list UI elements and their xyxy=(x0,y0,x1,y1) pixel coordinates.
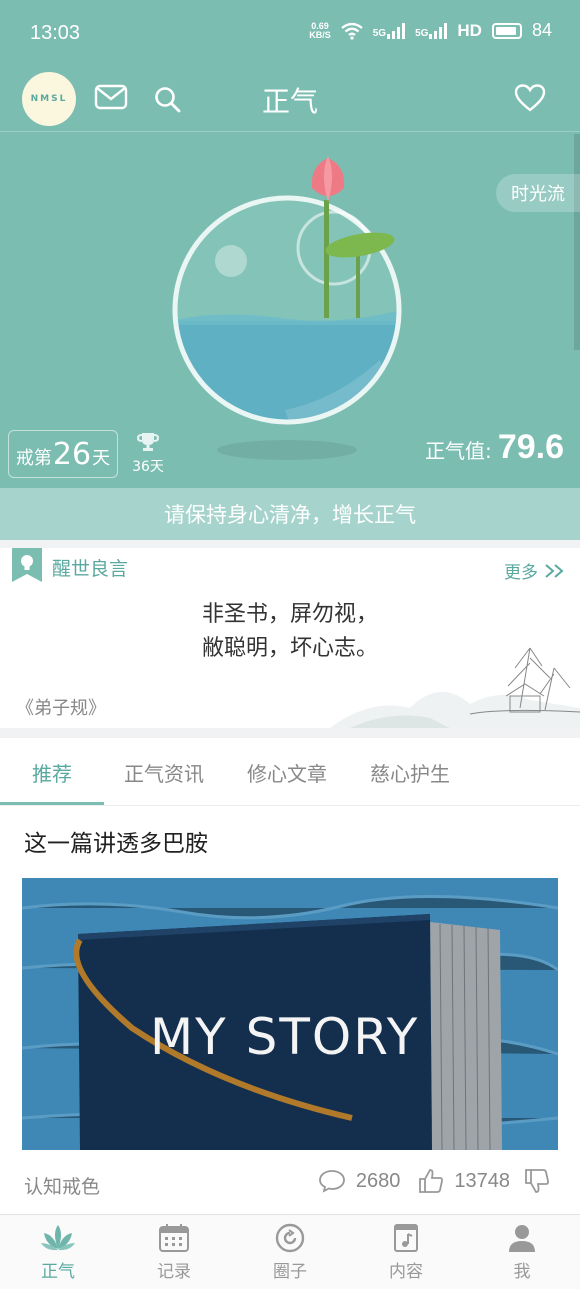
page-title: 正气 xyxy=(261,85,318,118)
divider xyxy=(0,728,580,738)
status-bar: 13:03 0.69 KB/S 5G 5G HD 84 xyxy=(0,0,580,66)
abstinence-days[interactable]: 戒第 26 天 xyxy=(8,430,118,478)
signal-bars-icon xyxy=(429,22,448,39)
article-category[interactable]: 认知戒色 xyxy=(24,1172,100,1199)
wifi-icon xyxy=(340,22,363,40)
article-stats: 2680 13748 xyxy=(318,1168,550,1194)
bookmark-bulb-icon xyxy=(12,548,42,582)
more-link[interactable]: 更多 xyxy=(504,558,566,583)
quote-source: 《弟子规》 xyxy=(16,698,106,719)
tab-news[interactable]: 正气资讯 xyxy=(124,758,204,787)
comment-count: 2680 xyxy=(355,1169,401,1192)
battery-icon xyxy=(491,22,522,39)
music-doc-icon xyxy=(394,1224,418,1252)
top-nav-bar: NMSL 正气 xyxy=(0,66,580,132)
lotus-flower xyxy=(311,156,345,202)
lotus-stem xyxy=(324,200,329,318)
tab-articles[interactable]: 修心文章 xyxy=(247,758,327,787)
tab-animal-care[interactable]: 慈心护生 xyxy=(370,758,450,787)
calendar-icon xyxy=(159,1224,189,1252)
nav-item-content[interactable]: 内容 xyxy=(348,1223,464,1282)
status-time: 13:03 xyxy=(30,22,81,44)
status-icons: 0.69 KB/S 5G 5G HD 84 xyxy=(309,20,552,41)
tab-recommend[interactable]: 推荐 xyxy=(32,758,72,787)
image-caption: MY STORY xyxy=(150,1008,419,1066)
scroll-edge xyxy=(574,134,580,350)
network-speed: 0.69 KB/S xyxy=(309,20,331,40)
signal-5g-2: 5G xyxy=(415,22,448,39)
user-icon xyxy=(509,1225,535,1252)
double-chevron-right-icon xyxy=(545,563,564,578)
content-tabs: 推荐 正气资讯 修心文章 慈心护生 xyxy=(0,738,580,806)
quote-card[interactable]: 醒世良言 更多 非圣书，屏勿视， 敝聪明，坏心志。 《弟子规》 xyxy=(0,548,580,728)
nav-item-zhengqi[interactable]: 正气 xyxy=(0,1223,116,1282)
active-tab-indicator xyxy=(0,802,104,805)
leaf-stem xyxy=(356,248,360,318)
quote-heading: 醒世良言 xyxy=(52,558,129,580)
signal-bars-icon xyxy=(387,22,406,39)
article-meta: 认知戒色 2680 13748 xyxy=(0,1168,580,1204)
trophy-record[interactable]: 36天 xyxy=(130,432,166,476)
globe-shadow xyxy=(217,440,357,460)
divider xyxy=(0,540,580,548)
motto-bar: 请保持身心清净，增长正气 xyxy=(0,488,580,540)
hero-section: 13:03 0.69 KB/S 5G 5G HD 84 NMSL 正气 时光流 … xyxy=(0,0,580,488)
thumbs-up-icon[interactable] xyxy=(418,1168,444,1194)
timeline-button[interactable]: 时光流 xyxy=(496,174,580,212)
circle-refresh-icon xyxy=(275,1223,305,1253)
like-count: 13748 xyxy=(454,1169,510,1192)
article-image[interactable]: MY STORY xyxy=(22,878,558,1150)
heart-icon[interactable] xyxy=(514,84,546,112)
nav-item-records[interactable]: 记录 xyxy=(116,1223,232,1282)
nav-item-circle[interactable]: 圈子 xyxy=(232,1223,348,1282)
bottom-nav: 正气 记录 圈子 内容 我 xyxy=(0,1214,580,1289)
ink-landscape-illustration xyxy=(330,647,580,728)
globe-highlight xyxy=(215,245,247,277)
nav-item-me[interactable]: 我 xyxy=(464,1223,580,1282)
thumbs-down-icon[interactable] xyxy=(524,1168,550,1194)
comment-icon[interactable] xyxy=(318,1169,346,1193)
lotus-globe[interactable] xyxy=(160,150,410,470)
article-title[interactable]: 这一篇讲透多巴胺 xyxy=(24,824,208,858)
trophy-icon xyxy=(137,433,159,451)
hd-indicator: HD xyxy=(457,20,482,40)
battery-level: 84 xyxy=(531,20,552,40)
signal-5g-1: 5G xyxy=(373,22,406,39)
lotus-icon xyxy=(41,1225,75,1251)
righteousness-value: 正气值: 79.6 xyxy=(425,428,564,466)
